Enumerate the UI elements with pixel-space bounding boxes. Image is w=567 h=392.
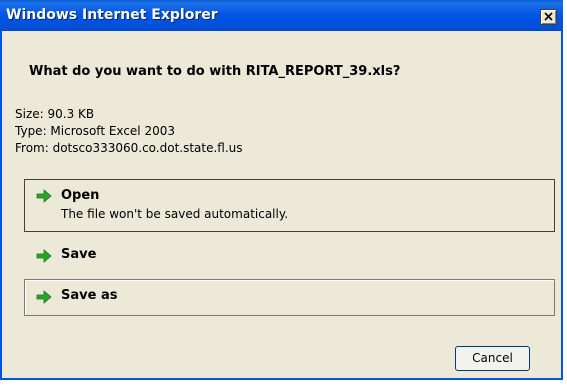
close-x-icon: [544, 12, 553, 21]
save-option[interactable]: Save: [24, 240, 555, 272]
file-type: Type: Microsoft Excel 2003: [15, 124, 175, 138]
green-arrow-icon: [36, 189, 52, 203]
cancel-button[interactable]: Cancel: [455, 346, 530, 371]
window-title: Windows Internet Explorer: [6, 7, 218, 23]
file-size: Size: 90.3 KB: [15, 107, 95, 121]
save-option-label: Save: [61, 247, 97, 262]
green-arrow-icon: [36, 249, 52, 263]
save-as-option-label: Save as: [61, 288, 118, 303]
open-option-description: The file won't be saved automatically.: [61, 207, 289, 221]
open-option[interactable]: Open The file won't be saved automatical…: [24, 179, 555, 232]
close-button[interactable]: [540, 9, 557, 25]
open-option-label: Open: [61, 188, 100, 203]
save-as-option[interactable]: Save as: [24, 279, 555, 316]
green-arrow-icon: [36, 290, 52, 304]
download-question: What do you want to do with RITA_REPORT_…: [29, 64, 401, 79]
download-dialog: Windows Internet Explorer What do you wa…: [0, 0, 563, 380]
file-source: From: dotsco333060.co.dot.state.fl.us: [15, 141, 243, 155]
title-bar[interactable]: Windows Internet Explorer: [0, 0, 563, 31]
